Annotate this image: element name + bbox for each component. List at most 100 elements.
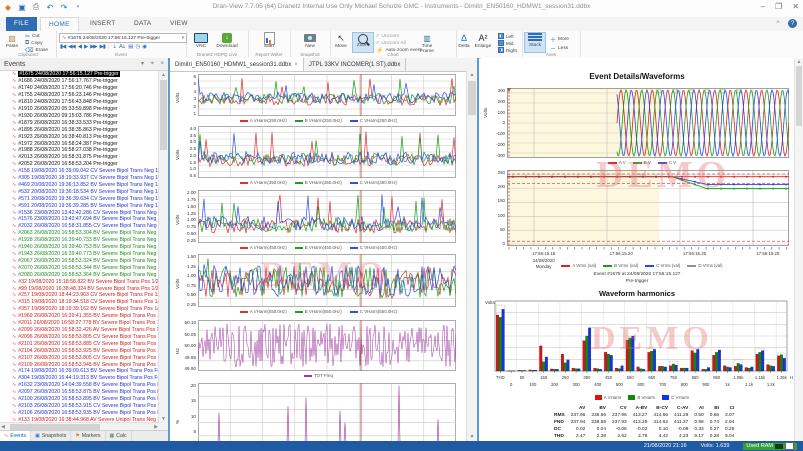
event-row[interactable]: ∿#1988 26/08/2020 16:58:27.038 Pre-trigg…	[0, 147, 159, 154]
event-row[interactable]: ∿#2063 26/08/2020 16:58:53.304 BV Severe…	[0, 230, 159, 237]
help-icon[interactable]: ?	[788, 19, 797, 28]
event-row[interactable]: ∿#1930 26/08/2020 09:15:03.786 Pre-trigg…	[0, 112, 159, 119]
scroll-down-icon[interactable]: ▼	[159, 415, 168, 423]
stack-button[interactable]: Stack	[524, 32, 546, 53]
clock-icon[interactable]: ◷	[135, 44, 139, 50]
chart-plot[interactable]	[198, 74, 456, 116]
event-row[interactable]: ∿#1972 26/08/2020 16:58:24.387 Pre-trigg…	[0, 140, 159, 147]
event-row[interactable]: ∿#1740 24/08/2020 17:56:20.746 Pre-trigg…	[0, 85, 159, 92]
event-row[interactable]: ∿#2099 26/08/2020 16:58:32.426 AV Severe…	[0, 327, 159, 334]
event-row[interactable]: ∿#2013 26/08/2020 16:58:31.875 Pre-trigg…	[0, 154, 159, 161]
event-row[interactable]: ∿#158 19/08/2020 16:39:09.042 CV Severe …	[0, 168, 159, 175]
dock-tab-calc[interactable]: ▦Calc	[106, 431, 132, 441]
event-row[interactable]: ∿#315 19/08/2020 18:19:34.518 CV Severe …	[0, 299, 159, 306]
event-row[interactable]: ∿#305 19/08/2020 18:19:33.937 CV Severe …	[0, 175, 159, 182]
event-row[interactable]: ∿#532 20/08/2020 19:36:18.534 BV Severe …	[0, 188, 159, 195]
redo-icon[interactable]: ↷	[59, 2, 69, 12]
scroll-up-icon[interactable]: ▲	[795, 58, 803, 66]
undo-icon[interactable]: ↶	[45, 2, 55, 12]
event-row[interactable]: ∿#571 20/08/2020 19:36:39.634 CV Severe …	[0, 195, 159, 202]
event-row[interactable]: ∿#1895 26/08/2020 16:38:35.863 Pre-trigg…	[0, 126, 159, 133]
event-row[interactable]: ∿#2080 26/08/2020 16:58:53.364 BV Severe…	[0, 271, 159, 278]
scroll-down-icon[interactable]: ▼	[467, 433, 477, 441]
event-selector[interactable]: ∿ #1675 24/08/2020 17:56:15.127 Pre-trig…	[59, 33, 187, 43]
event-row[interactable]: ∿#1536 23/08/2020 13:42:42.286 CV Severe…	[0, 209, 159, 216]
tab-file[interactable]: FILE	[6, 17, 37, 31]
delta-button[interactable]: Δ Delta	[456, 32, 472, 49]
sort-az-icon[interactable]: A⇣	[119, 44, 125, 50]
first-event-button[interactable]: ▮◀	[60, 44, 65, 50]
align-left-button[interactable]: ◧Left	[498, 33, 514, 39]
event-row[interactable]: ∿#1755 24/08/2020 17:56:23.146 Pre-trigg…	[0, 92, 159, 99]
grid-icon[interactable]: ▤	[128, 44, 132, 50]
event-row[interactable]: ∿#2107 26/08/2020 16:58:53.805 CV Severe…	[0, 354, 159, 361]
event-row[interactable]: ∿#1923 26/08/2020 16:38:40.813 Pre-trigg…	[0, 133, 159, 140]
tab-view[interactable]: VIEW	[162, 17, 196, 31]
unzoom-button[interactable]: ⌕Unzoom	[376, 33, 399, 40]
prev-event-button[interactable]: ◀	[78, 44, 81, 50]
cut-button[interactable]: ✂Cut	[25, 33, 40, 40]
next-event-button[interactable]: ▶	[84, 44, 87, 50]
align-mid-button[interactable]: ◫Mid	[498, 40, 513, 46]
chart-plot[interactable]	[198, 190, 456, 243]
panel-pin-icon[interactable]: ⌖	[151, 58, 154, 71]
event-row[interactable]: ∿#1632 23/08/2020 14:04:39.558 BV Severe…	[0, 382, 159, 389]
chart-plot[interactable]	[198, 320, 456, 371]
panel-close-icon[interactable]: ×	[160, 58, 164, 71]
zoom-button[interactable]: Zoom	[352, 32, 374, 53]
download-button[interactable]: ↓ Download	[216, 32, 238, 49]
event-row[interactable]: ∿#2067 26/08/2020 16:58:53.324 BV Severe…	[0, 257, 159, 264]
event-row[interactable]: ∿#32 19/08/2020 15:18:58.822 BV Severe B…	[0, 278, 159, 285]
chart-plot[interactable]	[198, 383, 456, 441]
scroll-up-icon[interactable]: ▲	[159, 71, 168, 79]
move-button[interactable]: ↖ Move	[330, 32, 352, 49]
event-row[interactable]: ∿#1940 26/08/2020 16:39:40.753 BV Severe…	[0, 244, 159, 251]
print-icon[interactable]: ⎙	[31, 2, 41, 12]
event-row[interactable]: ∿#1810 24/08/2020 17:56:43.848 Pre-trigg…	[0, 99, 159, 106]
copy-button[interactable]: ⧉Copy	[25, 40, 43, 47]
events-scroll-thumb[interactable]	[160, 80, 167, 150]
last-event-button[interactable]: ▶▮	[100, 44, 105, 50]
event-row[interactable]: ∿#1943 26/08/2020 16:39:40.773 BV Severe…	[0, 251, 159, 258]
tab-close-icon[interactable]: ×	[294, 62, 298, 68]
dock-tab-snapshots[interactable]: ▣Snapshots	[31, 431, 71, 441]
tab-document-2[interactable]: JTPL 33KV INCOMER(1 ST).ddbx	[304, 58, 406, 71]
sort-icon[interactable]: ⇣	[112, 44, 116, 50]
waveform-chart[interactable]	[507, 88, 789, 158]
rms-chart[interactable]	[507, 170, 789, 246]
right-vertical-scrollbar[interactable]: ▲	[794, 58, 803, 441]
center-vertical-scrollbar[interactable]: ▲ ▼	[466, 71, 477, 441]
event-row[interactable]: ∿#2070 26/08/2020 16:58:53.344 BV Severe…	[0, 264, 159, 271]
find-icon[interactable]: ◉	[142, 44, 146, 50]
event-row[interactable]: ∿#2011 26/08/2020 16:58:27.778 BV Severe…	[0, 320, 159, 327]
tab-document-1[interactable]: Dimitri_EN50160_HDMW1_session31.ddbx ×	[170, 58, 304, 71]
event-row[interactable]: ∿#99 19/08/2020 16:38:48.324 BV Severe B…	[0, 285, 159, 292]
event-row[interactable]: ∿#257 19/08/2020 18:44:23.963 CV Severe …	[0, 292, 159, 299]
vnc-button[interactable]: VNC	[190, 32, 212, 49]
event-row[interactable]: ∿#357 19/08/2020 18:19:39.162 BV Severe …	[0, 306, 159, 313]
time-frame-button[interactable]: ▥ Time Frame	[418, 32, 436, 54]
close-button[interactable]: ✕	[792, 2, 799, 11]
next-page-button[interactable]: ▶▶	[90, 44, 96, 50]
event-row[interactable]: ∿#1969 26/08/2020 16:39:41.355 BV Severe…	[0, 313, 159, 320]
paste-button[interactable]: ▨ Paste	[1, 32, 23, 49]
dock-tab-events[interactable]: ∿Events	[0, 431, 31, 441]
ribbon-collapse-icon[interactable]: ⌃	[775, 20, 781, 28]
event-row[interactable]: ∿#174 19/08/2020 16:39:09.613 BV Severe …	[0, 368, 159, 375]
event-row[interactable]: ∿#1928 26/08/2020 16:39:40.733 BV Severe…	[0, 237, 159, 244]
panel-menu-icon[interactable]: ▾	[141, 58, 144, 71]
ram-handle[interactable]	[785, 442, 794, 450]
event-row[interactable]: ∿#469 20/08/2020 19:36:13.852 BV Severe …	[0, 182, 159, 189]
event-row[interactable]: ∿#2100 26/08/2020 16:58:53.895 BV Severe…	[0, 396, 159, 403]
chart-plot[interactable]	[198, 254, 456, 307]
tab-data[interactable]: DATA	[126, 17, 160, 31]
event-row[interactable]: ∿#2103 26/08/2020 16:58:53.915 CV Severe…	[0, 403, 159, 410]
event-row[interactable]: ∿#2101 26/08/2020 16:58:53.885 CV Severe…	[0, 340, 159, 347]
event-row[interactable]: ∿#2097 26/08/2020 16:58:53.875 BV Severe…	[0, 389, 159, 396]
event-row[interactable]: ∿#2104 26/08/2020 16:58:53.925 BV Severe…	[0, 347, 159, 354]
event-row[interactable]: ∿#2109 26/08/2020 16:58:53.945 BV Severe…	[0, 361, 159, 368]
scroll-up-icon[interactable]: ▲	[467, 71, 477, 79]
restore-button[interactable]: ❐	[775, 2, 782, 11]
event-row[interactable]: ∿#1675 24/08/2020 17:56:15.127 Pre-trigg…	[0, 71, 159, 78]
prev-page-button[interactable]: ◀◀	[68, 44, 74, 50]
